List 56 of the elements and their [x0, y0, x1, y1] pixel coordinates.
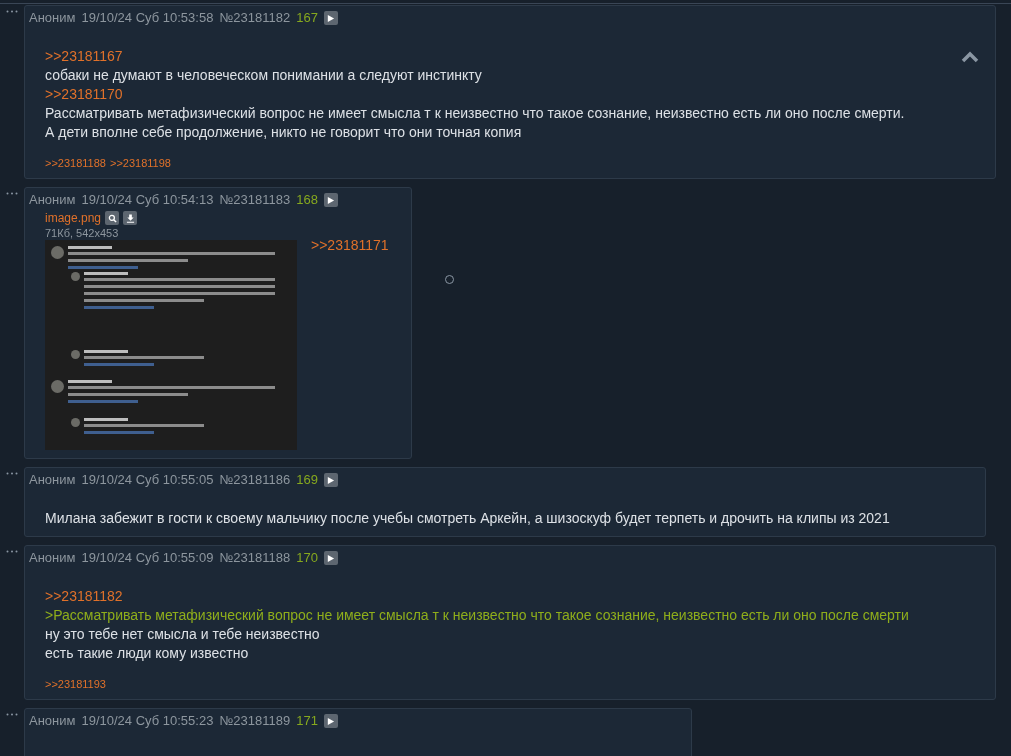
post-index: 167 [296, 9, 318, 27]
play-button[interactable] [323, 193, 338, 207]
scroll-up-icon[interactable] [961, 50, 979, 64]
post-date: 19/10/24 Суб 10:55:23 [81, 712, 214, 730]
post-text: есть такие люди кому известно [45, 644, 250, 663]
post-index: 170 [296, 549, 318, 567]
file-link[interactable]: image.png [45, 210, 102, 226]
quote-text: >Рассматривать метафизический вопрос не имеет смысла т к неизвестно что такое сознание, неизвестно есть ли оно после смерти [45, 606, 910, 625]
search-button[interactable] [105, 211, 120, 225]
play-icon [326, 716, 336, 726]
download-button[interactable] [123, 211, 138, 225]
download-icon [125, 213, 135, 223]
post-text: ну это тебе нет смысла и тебе неизвестно [45, 625, 321, 644]
poster-name: Аноним [29, 471, 76, 489]
post-number[interactable]: №23181182 [219, 9, 291, 27]
search-icon [107, 213, 117, 223]
play-button[interactable] [323, 473, 338, 487]
poster-name: Аноним [29, 9, 76, 27]
post-text: Милана забежит в гости к своему мальчику после учебы смотреть Аркейн, а шизоскуф будет терпеть и дрочить на клипы из 2021 [45, 509, 891, 528]
post-link[interactable]: >>23181170 [45, 85, 991, 104]
post-menu-icon[interactable] [6, 472, 18, 475]
play-button[interactable] [323, 11, 338, 25]
play-button[interactable] [323, 551, 338, 565]
poster-name: Аноним [29, 549, 76, 567]
post-link[interactable]: >>23181182 [45, 587, 991, 606]
post-menu-icon[interactable] [6, 192, 18, 195]
post-date: 19/10/24 Суб 10:55:05 [81, 471, 214, 489]
post-link[interactable]: >>23181167 [45, 47, 991, 66]
post-menu-icon[interactable] [6, 10, 18, 13]
post-number[interactable]: №23181186 [219, 471, 291, 489]
reply-link[interactable]: >>23181198 [110, 156, 171, 170]
poster-name: Аноним [29, 712, 76, 730]
post-text: собаки не думают в человеческом понимании а следуют инстинкту [45, 66, 483, 85]
post-number[interactable]: №23181183 [219, 191, 291, 209]
reply-link[interactable]: >>23181188 [45, 156, 106, 170]
post-index: 171 [296, 712, 318, 730]
post-date: 19/10/24 Суб 10:54:13 [81, 191, 214, 209]
play-button[interactable] [323, 714, 338, 728]
post-index: 168 [296, 191, 318, 209]
play-icon [326, 553, 336, 563]
post-text: А дети вполне себе продолжение, никто не говорит что они точная копия [45, 123, 523, 142]
poster-name: Аноним [29, 191, 76, 209]
post-date: 19/10/24 Суб 10:55:09 [81, 549, 214, 567]
post-index: 169 [296, 471, 318, 489]
post-menu-icon[interactable] [6, 550, 18, 553]
file-info: 71Кб, 542x453 [45, 226, 120, 240]
post-text: Рассматривать метафизический вопрос не имеет смысла т к неизвестно что такое сознание, неизвестно есть ли оно после смерти. [45, 104, 906, 123]
post-menu-icon[interactable] [6, 713, 18, 716]
post-number[interactable]: №23181188 [219, 549, 291, 567]
reply-link[interactable]: >>23181193 [45, 677, 106, 691]
play-icon [326, 13, 336, 23]
post-link[interactable]: >>23181171 [311, 236, 389, 255]
play-icon [326, 475, 336, 485]
play-icon [326, 195, 336, 205]
post-date: 19/10/24 Суб 10:53:58 [81, 9, 214, 27]
post-number[interactable]: №23181189 [219, 712, 291, 730]
